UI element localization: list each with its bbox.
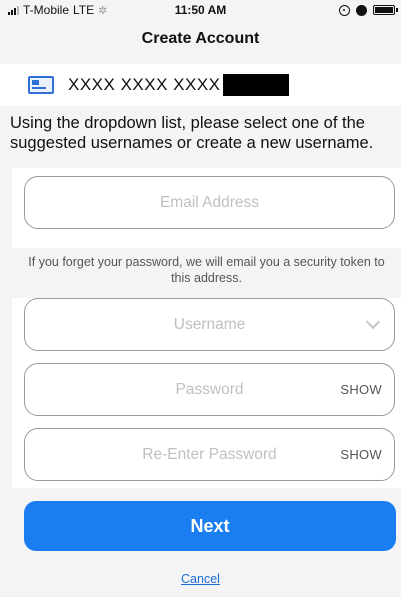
email-field[interactable]: Email Address [24,176,395,229]
password-placeholder: Password [175,380,244,398]
show-reenter-password-button[interactable]: SHOW [340,429,382,480]
page-title: Create Account [141,30,260,47]
reenter-password-field[interactable]: Re-Enter Password SHOW [24,428,395,481]
signal-icon [8,5,19,15]
alarm-icon [356,4,367,16]
username-dropdown[interactable]: Username [24,298,395,351]
instructions-text: Using the dropdown list, please select o… [10,114,374,152]
status-left: T-Mobile LTE ✲ [8,3,107,17]
redaction-block [222,74,289,96]
username-placeholder: Username [173,315,246,333]
activity-spinner-icon: ✲ [98,4,108,17]
chevron-down-icon [365,314,381,330]
cancel-link[interactable]: Cancel [0,572,401,586]
status-right [339,4,398,16]
show-password-button[interactable]: SHOW [340,364,382,415]
account-number: XXXX XXXX XXXX [68,75,221,94]
form-panel: Email Address If you forget your passwor… [12,168,401,488]
location-icon [339,4,350,16]
status-bar: T-Mobile LTE ✲ 11:50 AM [0,0,401,20]
account-row: XXXX XXXX XXXX [0,64,401,106]
reenter-password-placeholder: Re-Enter Password [142,445,277,463]
email-placeholder: Email Address [159,193,260,211]
network-label: LTE [73,3,95,17]
password-field[interactable]: Password SHOW [24,363,395,416]
carrier-label: T-Mobile [23,3,70,17]
card-icon [28,76,54,94]
email-help-text: If you forget your password, we will ema… [12,248,401,298]
next-button[interactable]: Next [24,501,396,551]
battery-icon [373,5,398,15]
